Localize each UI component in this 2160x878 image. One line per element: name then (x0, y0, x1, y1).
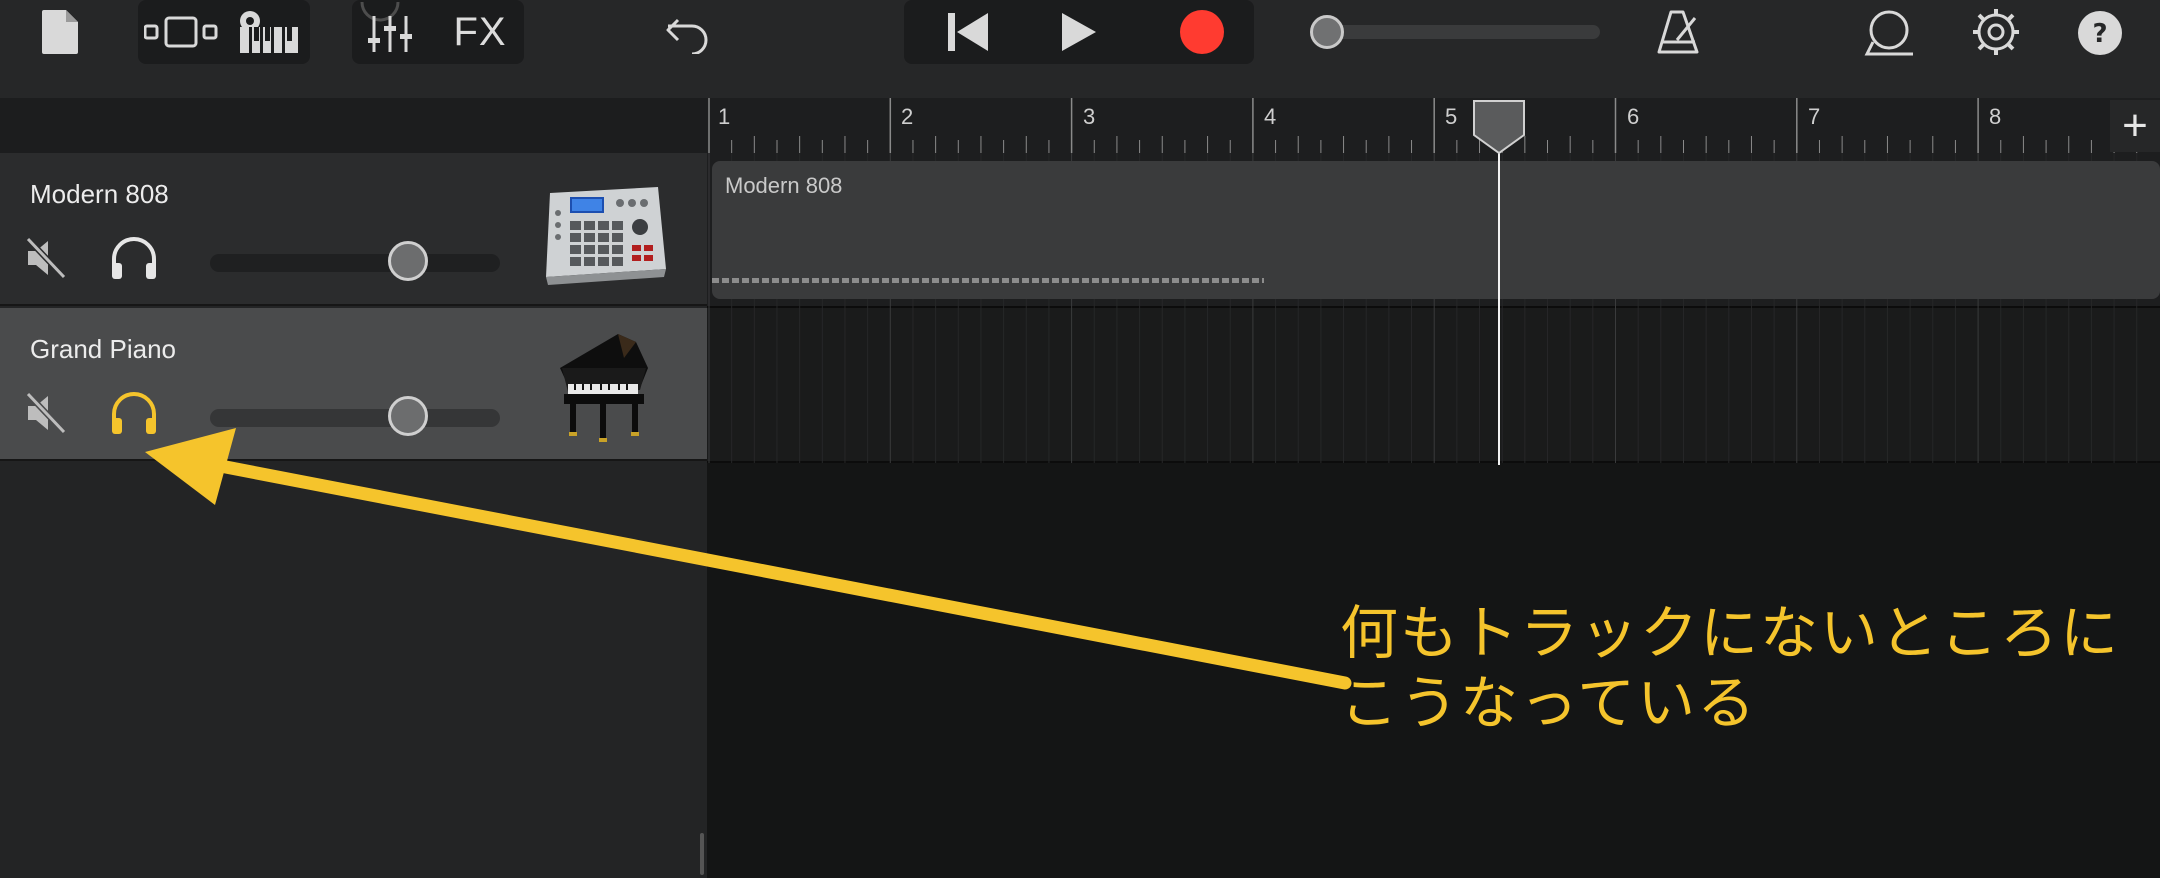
annotation-arrow (145, 428, 1352, 690)
annotation-text: 何もトラックにないところに こうなっている (1340, 598, 2120, 738)
annotation-line-2: こうなっている (1340, 669, 1758, 737)
annotation-line-1: 何もトラックにないところに (1340, 599, 2121, 667)
